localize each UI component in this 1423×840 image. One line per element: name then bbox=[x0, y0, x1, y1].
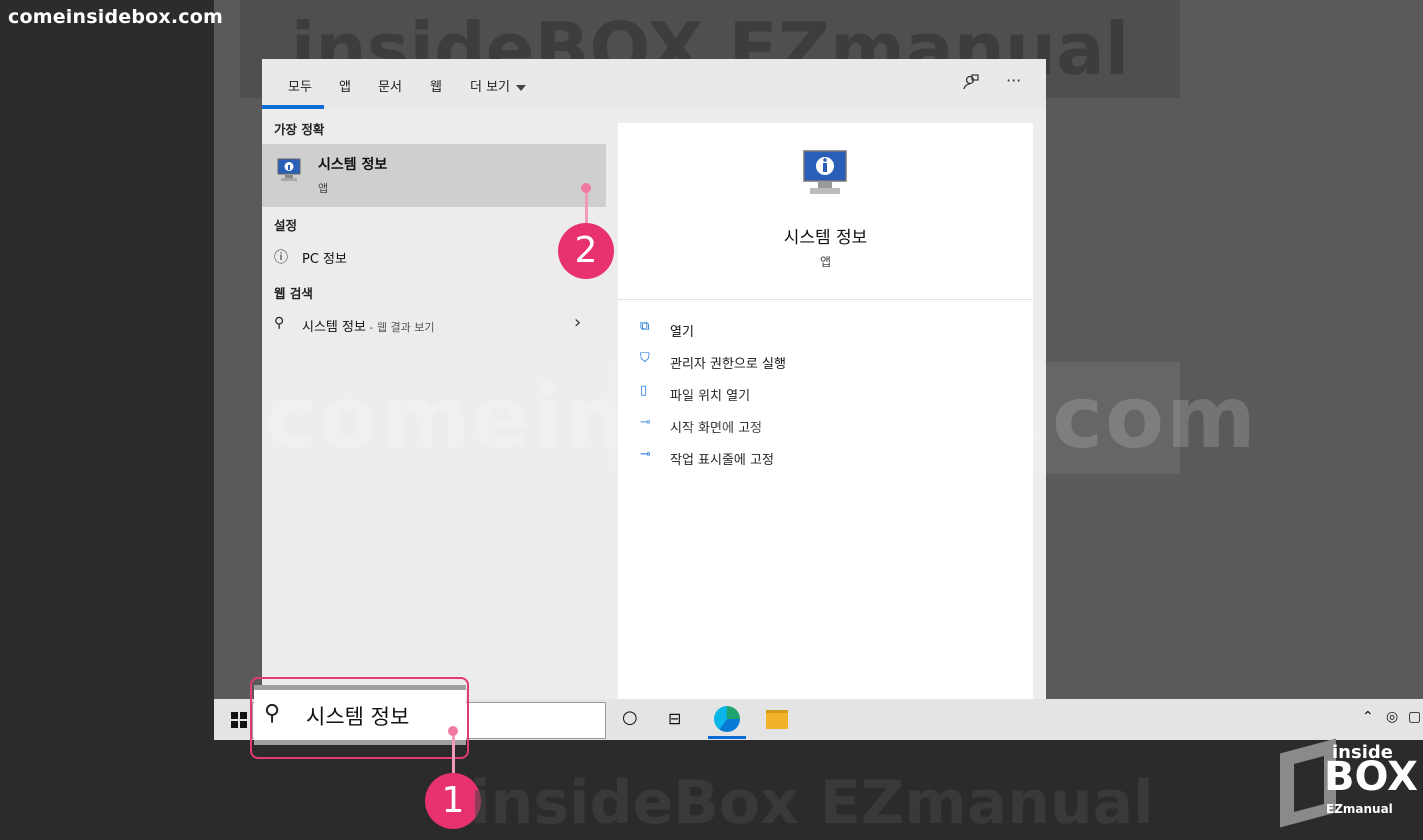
search-icon: ⚲ bbox=[274, 315, 285, 331]
best-match-type: 앱 bbox=[318, 182, 329, 195]
cortana-icon[interactable]: ○ bbox=[622, 707, 638, 728]
chevron-down-icon bbox=[516, 84, 527, 91]
callout-dot-1 bbox=[448, 726, 458, 736]
left-background bbox=[0, 0, 214, 740]
tab-apps[interactable]: 앱 bbox=[339, 76, 351, 95]
tab-bar: 모두 앱 문서 웹 더 보기 ··· bbox=[262, 59, 1046, 109]
settings-item-pc-info[interactable]: ⓘ PC 정보 bbox=[262, 241, 606, 271]
brand-sub-text: EZmanual bbox=[1326, 802, 1393, 816]
tab-all[interactable]: 모두 bbox=[288, 76, 312, 95]
best-match-item[interactable]: 시스템 정보 앱 bbox=[262, 144, 606, 207]
system-info-large-icon bbox=[803, 150, 847, 194]
web-search-label: 시스템 정보 bbox=[302, 320, 366, 335]
file-explorer-icon[interactable] bbox=[766, 710, 788, 729]
preview-type: 앱 bbox=[819, 255, 832, 269]
settings-item-label: PC 정보 bbox=[302, 252, 347, 267]
step-badge-2: 2 bbox=[558, 223, 614, 279]
best-match-name: 시스템 정보 bbox=[318, 157, 388, 173]
preview-divider bbox=[618, 299, 1033, 300]
brand-logo: inside BOX EZmanual bbox=[1274, 738, 1418, 828]
watermark-middle: comeinsidebox.com bbox=[266, 362, 1256, 474]
tab-more-label: 더 보기 bbox=[470, 80, 511, 95]
callout-line-1 bbox=[452, 730, 455, 776]
brand-logo-shape-inner bbox=[1294, 755, 1324, 813]
action-open-label: 열기 bbox=[670, 325, 694, 340]
web-search-item[interactable]: ⚲ 시스템 정보 - 웹 결과 보기 › bbox=[262, 309, 606, 339]
web-search-suffix: - 웹 결과 보기 bbox=[365, 321, 435, 334]
feedback-icon[interactable] bbox=[962, 73, 980, 95]
chevron-right-icon[interactable]: › bbox=[574, 312, 581, 333]
callout-line-2 bbox=[585, 188, 588, 224]
chevron-up-icon[interactable]: ⌃ bbox=[1362, 709, 1374, 725]
callout-dot-2 bbox=[581, 183, 591, 193]
device-icon[interactable]: ▢ bbox=[1408, 709, 1421, 725]
watermark-site: comeinsidebox.com bbox=[8, 6, 223, 28]
action-open[interactable]: ⧉ 열기 bbox=[640, 317, 1020, 341]
section-best-match: 가장 정확 bbox=[274, 122, 325, 137]
section-settings: 설정 bbox=[274, 218, 298, 233]
webcam-icon[interactable]: ◎ bbox=[1386, 709, 1398, 725]
windows-start-icon[interactable] bbox=[231, 712, 247, 728]
search-highlight-frame bbox=[250, 677, 469, 759]
watermark-bottom: insideBox EZmanual bbox=[470, 768, 1154, 838]
web-search-text: 시스템 정보 - 웹 결과 보기 bbox=[302, 316, 435, 335]
more-options-icon[interactable]: ··· bbox=[1006, 71, 1021, 90]
task-view-icon[interactable]: ⊟ bbox=[668, 709, 681, 728]
preview-title: 시스템 정보 bbox=[783, 228, 868, 248]
edge-browser-icon[interactable] bbox=[714, 706, 740, 732]
tab-more[interactable]: 더 보기 bbox=[470, 76, 527, 95]
brand-big-text: BOX bbox=[1324, 754, 1418, 800]
section-web-search: 웹 검색 bbox=[274, 286, 313, 301]
info-icon: ⓘ bbox=[274, 250, 288, 266]
open-icon: ⧉ bbox=[640, 319, 650, 334]
edge-active-indicator bbox=[708, 736, 746, 739]
system-info-icon bbox=[277, 158, 301, 181]
tab-web[interactable]: 웹 bbox=[430, 76, 442, 95]
tab-documents[interactable]: 문서 bbox=[378, 76, 402, 95]
